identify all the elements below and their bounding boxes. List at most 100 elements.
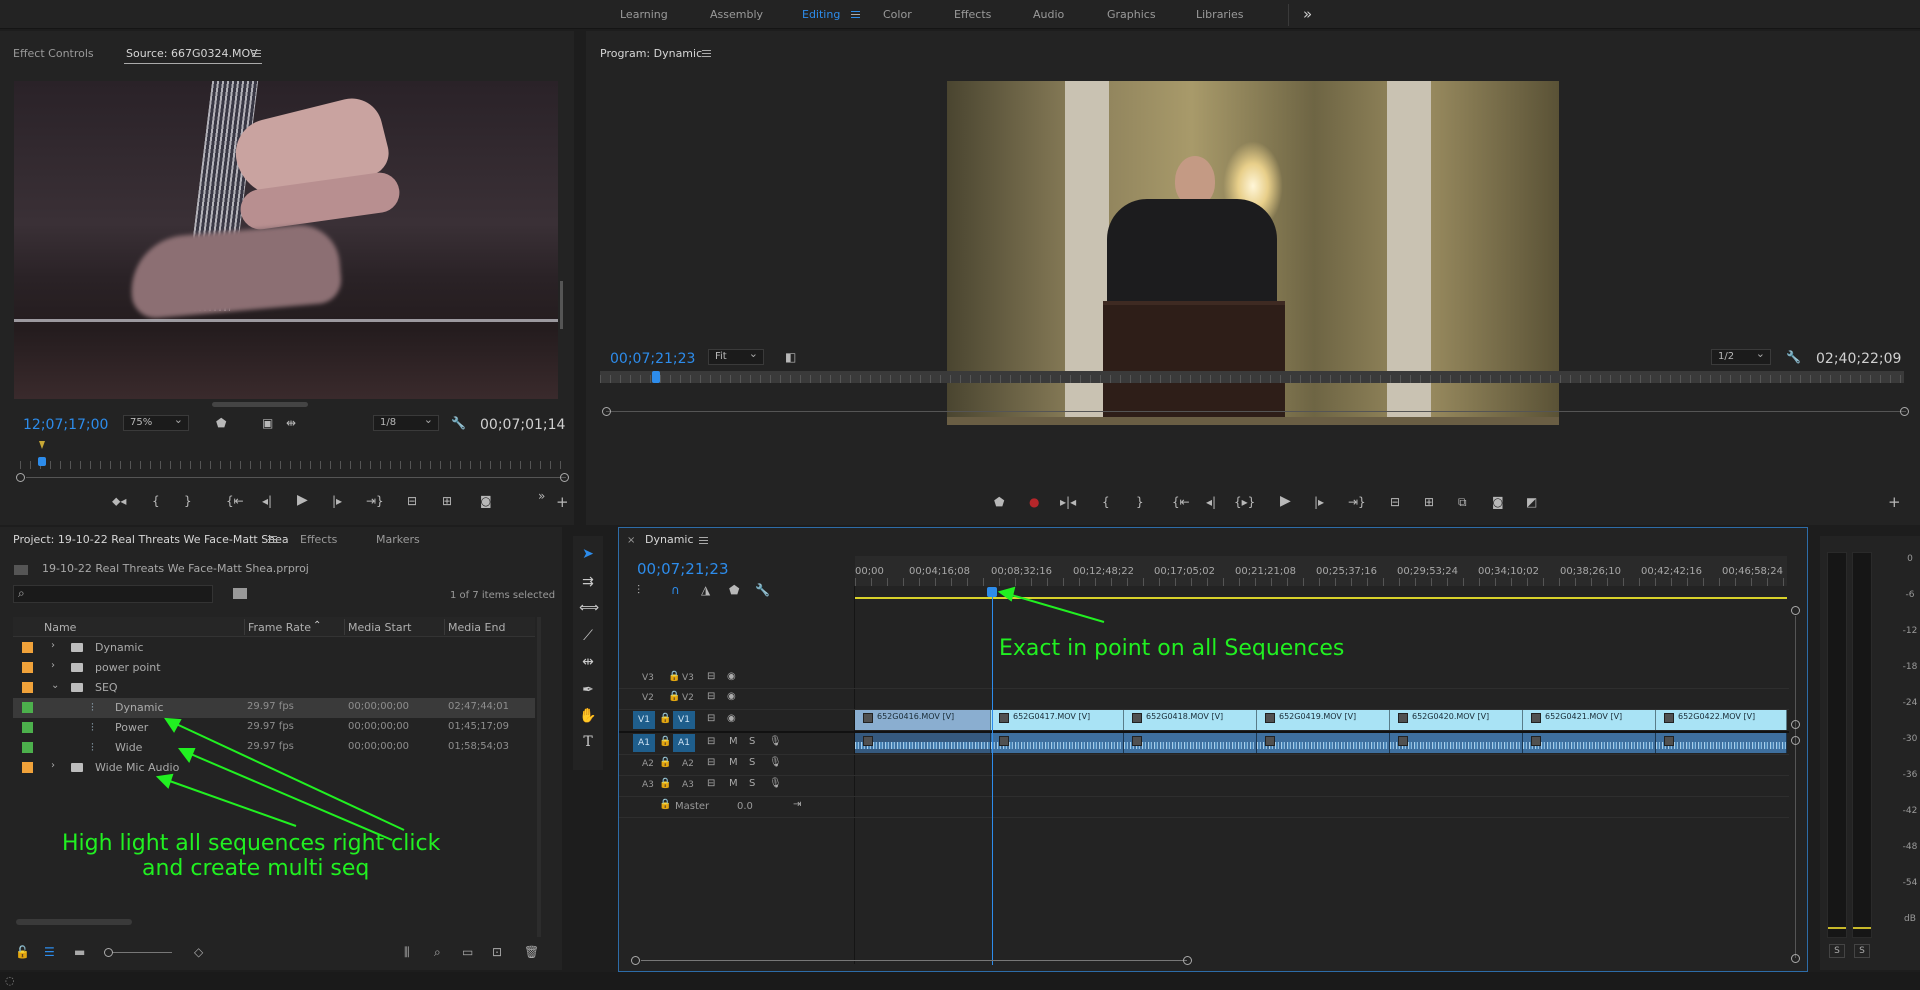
program-panel-menu-icon[interactable] xyxy=(702,50,711,57)
mute-button[interactable]: M xyxy=(729,757,738,768)
audio-clip[interactable] xyxy=(1257,733,1390,753)
tab-source[interactable]: Source: 667G0324.MOV xyxy=(126,47,257,60)
column-divider-1[interactable] xyxy=(244,619,245,635)
source-add-button-icon[interactable]: + xyxy=(556,495,569,510)
video-clip[interactable]: 652G0417.MOV [V] xyxy=(991,710,1124,730)
trash-icon[interactable]: 🗑 xyxy=(524,945,539,959)
program-fit-dropdown[interactable]: Fit xyxy=(708,347,764,365)
list-view-icon[interactable]: ☰ xyxy=(44,945,55,959)
source-playhead-timecode[interactable]: 12;07;17;00 xyxy=(23,417,108,433)
expand-chevron-icon[interactable]: › xyxy=(51,660,55,671)
project-panel-menu-icon[interactable] xyxy=(268,536,277,543)
track-lock-icon[interactable]: 🔒 xyxy=(659,736,671,747)
source-step-back-icon[interactable]: ◂| xyxy=(262,494,272,508)
source-mark-in-icon[interactable]: { xyxy=(152,494,160,508)
workspace-libraries[interactable]: Libraries xyxy=(1196,8,1244,21)
program-zoom-handle-right[interactable] xyxy=(1900,407,1909,416)
sync-lock-icon[interactable]: ⊟ xyxy=(707,778,715,789)
label-color-swatch[interactable] xyxy=(22,742,33,753)
sort-icons-icon[interactable]: ◇ xyxy=(194,945,203,959)
source-insert-icon[interactable]: ⊟ xyxy=(407,494,417,508)
timeline-v-zoom-handle-mid2[interactable] xyxy=(1791,736,1800,745)
snap-magnet-icon[interactable]: ∩ xyxy=(671,583,680,597)
insert-nest-icon[interactable]: ⫶ xyxy=(637,583,640,597)
zoom-slider-track[interactable] xyxy=(112,952,172,953)
timeline-zoom-handle-right[interactable] xyxy=(1183,956,1192,965)
program-play-in-to-out-icon[interactable]: {▸} xyxy=(1234,495,1255,509)
workspace-graphics[interactable]: Graphics xyxy=(1107,8,1156,21)
tab-timeline-dynamic[interactable]: Dynamic xyxy=(645,533,694,546)
workspace-color[interactable]: Color xyxy=(883,8,912,21)
source-zoom-handle-left[interactable] xyxy=(16,473,25,482)
go-to-end-icon[interactable]: ⇥ xyxy=(793,799,801,810)
source-mark-out-icon[interactable]: } xyxy=(184,494,192,508)
audio-clip[interactable] xyxy=(1523,733,1656,753)
audio-clip[interactable] xyxy=(1390,733,1523,753)
workspace-assembly[interactable]: Assembly xyxy=(710,8,763,21)
track-lock-icon[interactable]: 🔒 xyxy=(659,778,671,789)
tab-project[interactable]: Project: 19-10-22 Real Threats We Face-M… xyxy=(13,533,289,546)
program-vr-icon[interactable]: ◩ xyxy=(1526,495,1537,509)
timeline-settings-wrench-icon[interactable]: 🔧 xyxy=(755,583,770,597)
video-clip[interactable]: 652G0421.MOV [V] xyxy=(1523,710,1656,730)
zoom-slider-handle[interactable] xyxy=(104,948,113,957)
audio-clip[interactable] xyxy=(1124,733,1257,753)
sync-lock-icon[interactable]: ⊟ xyxy=(707,671,715,682)
ripple-edit-tool-icon[interactable]: ⟺ xyxy=(579,600,599,616)
track-lock-icon[interactable]: 🔒 xyxy=(668,671,680,682)
collapse-chevron-icon[interactable]: ⌄ xyxy=(51,680,59,691)
audio-clip[interactable] xyxy=(1656,733,1787,753)
source-drag-video-icon[interactable]: ⇹ xyxy=(286,416,296,430)
track-lock-icon[interactable]: 🔒 xyxy=(659,799,671,810)
timeline-playhead-head[interactable] xyxy=(987,587,997,597)
project-row-folder-wide-mic-audio[interactable]: › Wide Mic Audio xyxy=(13,758,535,778)
source-playhead[interactable] xyxy=(38,457,46,466)
tab-effects[interactable]: Effects xyxy=(300,533,337,546)
tab-program[interactable]: Program: Dynamic xyxy=(600,47,702,60)
source-zoom-handle-right[interactable] xyxy=(560,473,569,482)
timeline-zoom-handle-left[interactable] xyxy=(631,956,640,965)
video-clip[interactable]: 652G0422.MOV [V] xyxy=(1656,710,1787,730)
source-zoom-dropdown[interactable]: 75% xyxy=(123,413,189,431)
label-color-swatch[interactable] xyxy=(22,662,33,673)
program-go-to-in-icon[interactable]: {⇤ xyxy=(1172,495,1190,509)
tab-markers[interactable]: Markers xyxy=(376,533,420,546)
column-divider-3[interactable] xyxy=(444,619,445,635)
project-row-sequence-dynamic[interactable]: ⫶ Dynamic 29.97 fps 00;00;00;00 02;47;44… xyxy=(13,698,535,718)
new-search-bin-icon[interactable] xyxy=(233,588,247,599)
eye-icon[interactable]: ◉ xyxy=(727,671,736,682)
program-go-to-out-icon[interactable]: ⇥} xyxy=(1348,495,1366,509)
program-settings-wrench-icon[interactable]: 🔧 xyxy=(1786,350,1801,364)
source-scroll-v[interactable] xyxy=(560,281,563,329)
source-safe-margins-icon[interactable]: ▣ xyxy=(262,416,273,430)
mute-button[interactable]: M xyxy=(729,778,738,789)
workspace-editing[interactable]: Editing xyxy=(802,8,840,21)
timeline-close-icon[interactable]: × xyxy=(627,535,635,546)
new-item-icon[interactable]: ⊡ xyxy=(492,945,502,959)
program-resolution-dropdown[interactable]: 1/2 xyxy=(1711,347,1771,365)
voice-over-mic-icon[interactable]: 🎙 xyxy=(769,757,782,768)
track-lock-icon[interactable]: 🔒 xyxy=(659,757,671,768)
timeline-v-scroll-track[interactable] xyxy=(1795,616,1796,958)
sync-lock-icon[interactable]: ⊟ xyxy=(707,691,715,702)
track-name[interactable]: A2 xyxy=(682,759,694,769)
label-color-swatch[interactable] xyxy=(22,762,33,773)
meter-solo-right-button[interactable]: S xyxy=(1854,944,1870,958)
eye-icon[interactable]: ◉ xyxy=(727,713,736,724)
track-target-v1[interactable]: V1 xyxy=(673,711,695,729)
source-step-forward-icon[interactable]: |▸ xyxy=(332,494,342,508)
program-mark-in-icon[interactable]: { xyxy=(1102,495,1110,509)
audio-clip[interactable] xyxy=(991,733,1124,753)
project-row-folder-dynamic[interactable]: › Dynamic xyxy=(13,638,535,658)
source-export-frame-icon[interactable]: ◙ xyxy=(480,494,492,508)
source-add-marker-icon[interactable]: ⬥◂ xyxy=(112,494,126,508)
selection-tool-icon[interactable]: ➤ xyxy=(579,546,597,562)
track-name[interactable]: V2 xyxy=(682,693,694,703)
add-marker-icon[interactable]: ⬟ xyxy=(729,583,739,597)
project-row-sequence-power[interactable]: ⫶ Power 29.97 fps 00;00;00;00 01;45;17;0… xyxy=(13,718,535,738)
source-resolution-dropdown[interactable]: 1/8 xyxy=(373,413,439,431)
video-clip[interactable]: 652G0418.MOV [V] xyxy=(1124,710,1257,730)
label-color-swatch[interactable] xyxy=(22,722,33,733)
timeline-v-zoom-handle-mid[interactable] xyxy=(1791,720,1800,729)
meter-solo-left-button[interactable]: S xyxy=(1829,944,1845,958)
